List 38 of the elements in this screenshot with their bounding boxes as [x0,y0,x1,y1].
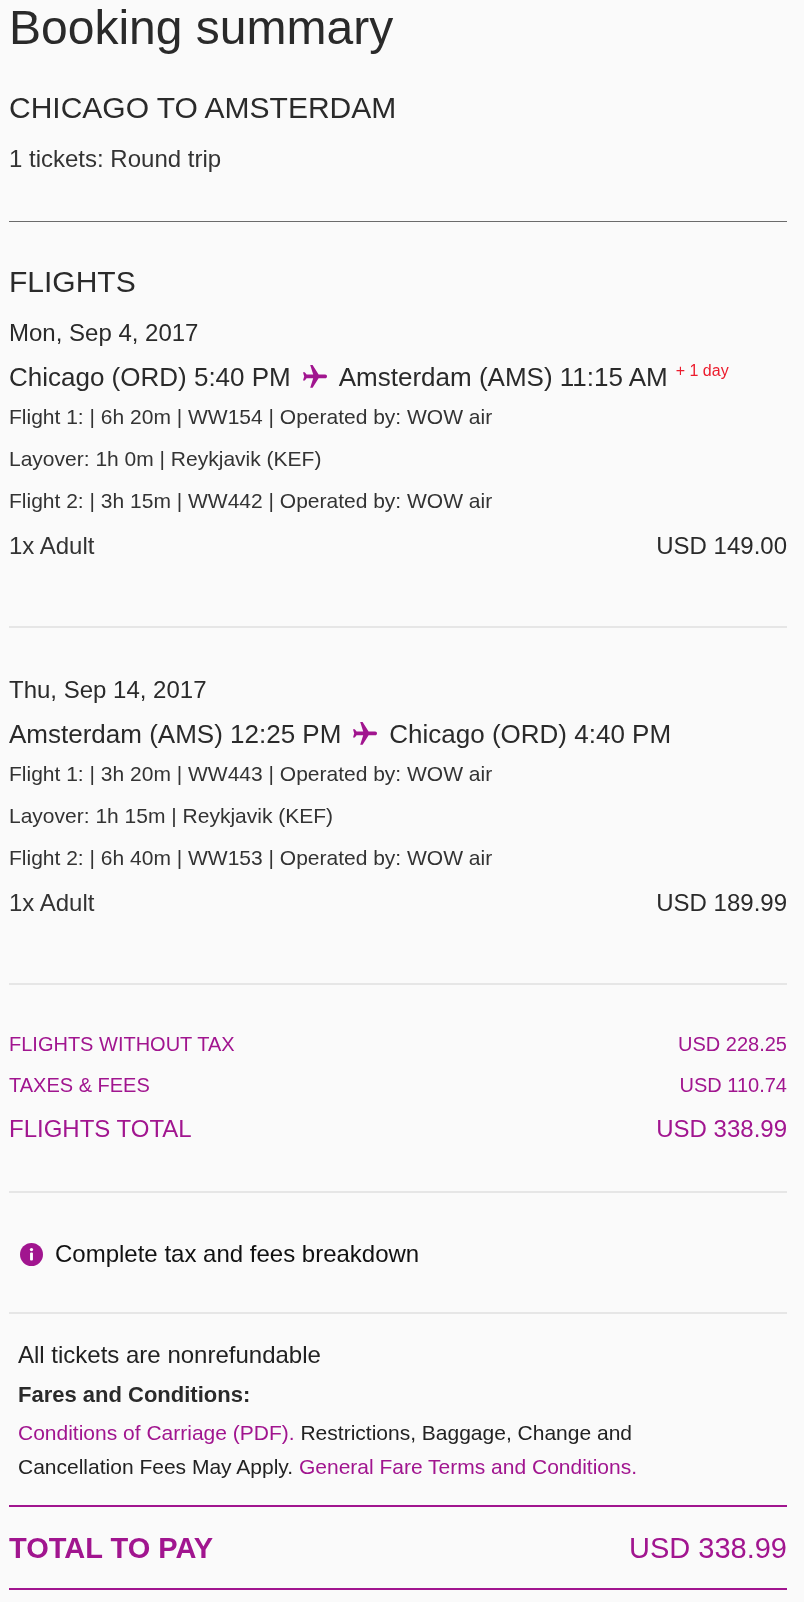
departure-text: Chicago (ORD) 5:40 PM [9,362,291,392]
total-amount: USD 338.99 [656,1114,787,1144]
fare-price: USD 189.99 [656,888,787,918]
conditions-link[interactable]: General Fare Terms and Conditions. [298,1455,638,1478]
conditions-text: Conditions of Carriage (PDF). Restrictions, Baggage, Change and Cancellation Fees May Apply. General Fare Terms and Conditions. [18,1420,639,1480]
arrival-text: Amsterdam (AMS) 11:15 AM [338,362,668,392]
total-to-pay-label: TOTAL TO PAY [9,1531,214,1566]
total-amount: USD 110.74 [679,1073,787,1098]
conditions-heading: Fares and Conditions: [18,1381,252,1409]
ticket-summary: 1 tickets: Round trip [9,144,223,174]
flight-date: Thu, Sep 14, 2017 [9,675,208,705]
tax-breakdown-button[interactable]: Complete tax and fees breakdown [20,1238,420,1270]
flight-detail: Flight 1: | 6h 20m | WW154 | Operated by: WOW air [9,404,494,430]
arrival-text: Chicago (ORD) 4:40 PM [389,719,672,749]
flight-date: Mon, Sep 4, 2017 [9,318,200,348]
total-amount: USD 228.25 [678,1032,787,1057]
fare-price: USD 149.00 [656,531,787,561]
page-title: Booking summary [9,0,395,56]
flight-detail: Flight 2: | 6h 40m | WW153 | Operated by: WOW air [9,845,494,871]
flight-detail: Layover: 1h 15m | Reykjavik (KEF) [9,803,335,829]
refund-notice: All tickets are nonrefundable [18,1340,322,1370]
plane-icon [302,365,327,389]
day-offset-label: + 1 day [675,362,729,380]
total-label: FLIGHTS TOTAL [9,1114,192,1144]
plane-icon [353,722,378,746]
info-icon [20,1242,43,1266]
section-heading: FLIGHTS [9,264,137,300]
flight-detail: Flight 1: | 3h 20m | WW443 | Operated by: WOW air [9,761,494,787]
conditions-link[interactable]: Conditions of Carriage (PDF). [18,1421,295,1444]
total-to-pay-amount: USD 338.99 [629,1531,787,1566]
passenger-label: 1x Adult [9,888,95,918]
total-label: FLIGHTS WITHOUT TAX [9,1032,235,1057]
trip-heading: CHICAGO TO AMSTERDAM [9,90,398,126]
flight-detail: Flight 2: | 3h 15m | WW442 | Operated by: WOW air [9,488,494,514]
departure-text: Amsterdam (AMS) 12:25 PM [9,719,342,749]
total-label: TAXES & FEES [9,1073,150,1098]
flight-detail: Layover: 1h 0m | Reykjavik (KEF) [9,446,323,472]
passenger-label: 1x Adult [9,531,95,561]
